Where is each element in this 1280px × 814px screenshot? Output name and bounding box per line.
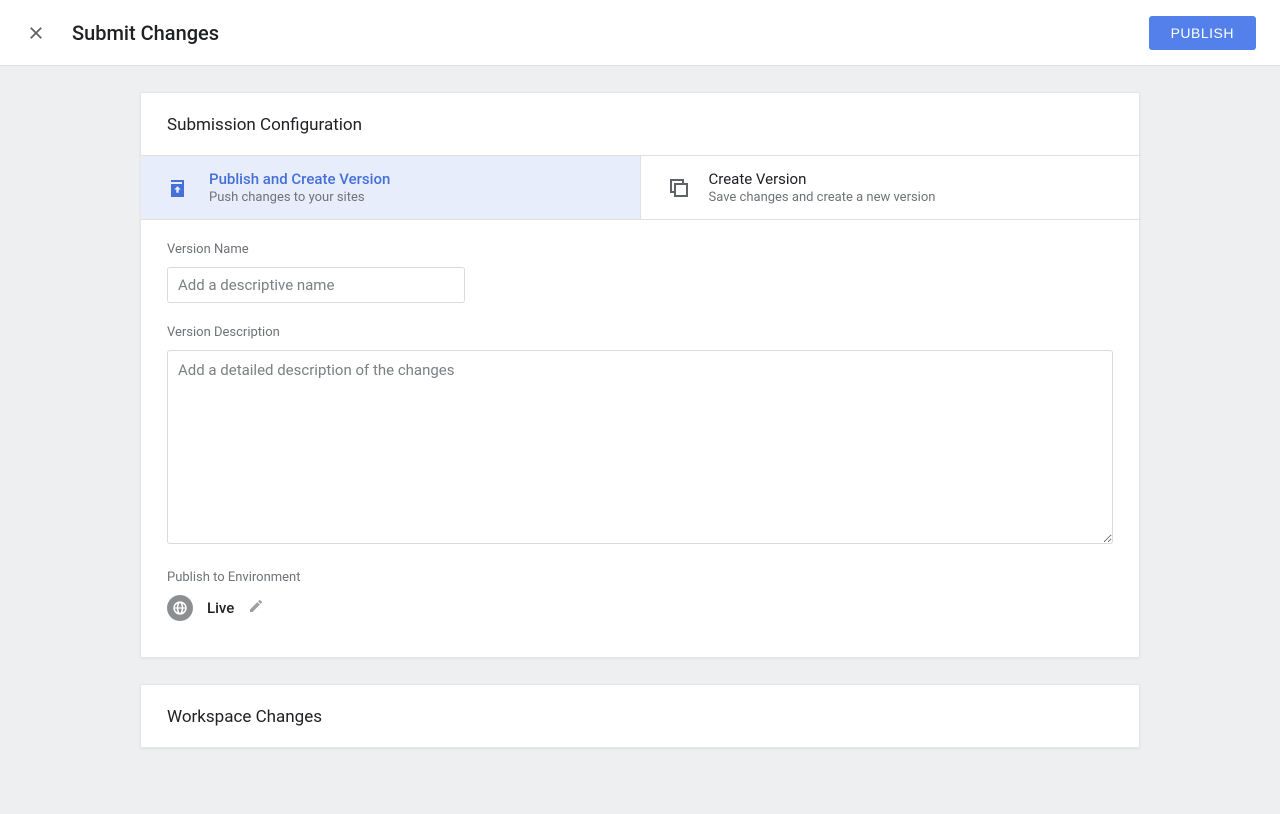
option-title: Create Version [709,170,936,188]
option-subtitle: Push changes to your sites [209,190,390,205]
option-text: Create Version Save changes and create a… [709,170,936,205]
option-text: Publish and Create Version Push changes … [209,170,390,205]
close-icon [27,24,45,42]
version-name-block: Version Name [167,242,1113,303]
pencil-icon [248,598,264,614]
workspace-changes-card: Workspace Changes [140,684,1140,748]
publish-icon [167,176,191,200]
option-create-version[interactable]: Create Version Save changes and create a… [640,156,1140,219]
submission-options: Publish and Create Version Push changes … [141,155,1139,220]
submission-config-card: Submission Configuration Publish and Cre… [140,92,1140,658]
version-name-label: Version Name [167,242,1113,257]
environment-label: Publish to Environment [167,570,1113,585]
globe-icon [167,595,193,621]
option-title: Publish and Create Version [209,170,390,188]
section-title: Submission Configuration [141,93,1139,155]
version-icon [667,176,691,200]
version-description-input[interactable] [167,350,1113,544]
top-bar: Submit Changes PUBLISH [0,0,1280,66]
version-description-block: Version Description [167,325,1113,548]
version-description-label: Version Description [167,325,1113,340]
environment-value: Live [207,599,234,617]
edit-environment-button[interactable] [248,598,264,618]
form-body: Version Name Version Description Publish… [141,220,1139,657]
section-title: Workspace Changes [141,685,1139,747]
option-subtitle: Save changes and create a new version [709,190,936,205]
close-button[interactable] [24,21,48,45]
page-title: Submit Changes [72,21,1149,45]
main-content: Submission Configuration Publish and Cre… [140,92,1140,814]
option-publish-and-create[interactable]: Publish and Create Version Push changes … [141,156,640,219]
environment-row: Live [167,595,1113,621]
environment-block: Publish to Environment Live [167,570,1113,621]
publish-button[interactable]: PUBLISH [1149,16,1256,50]
version-name-input[interactable] [167,267,465,303]
